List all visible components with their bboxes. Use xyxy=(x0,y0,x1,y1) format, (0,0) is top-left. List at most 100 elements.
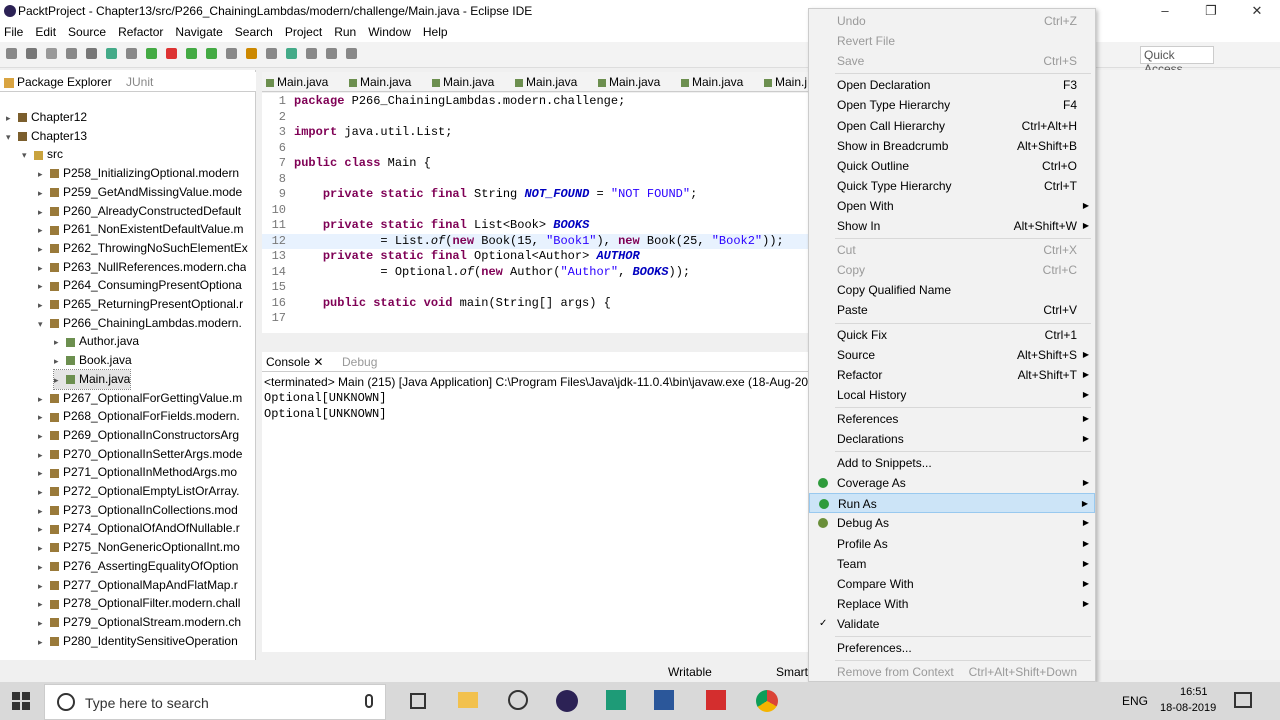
code-line[interactable]: 2 xyxy=(262,110,808,126)
chevron-right-icon[interactable]: ▸ xyxy=(54,352,64,370)
context-menu-item[interactable]: References ▶ xyxy=(809,409,1095,429)
notifications-icon[interactable] xyxy=(1234,692,1252,708)
toolbar-button[interactable] xyxy=(46,48,57,59)
context-menu-item[interactable]: Revert File xyxy=(809,31,1095,51)
chevron-right-icon[interactable]: ▸ xyxy=(38,240,48,258)
toolbar-button[interactable] xyxy=(66,48,77,59)
tree-item[interactable]: ▸ P276_AssertingEqualityOfOption xyxy=(38,557,238,576)
context-menu-item[interactable]: Replace With ▶ xyxy=(809,594,1095,614)
menu-navigate[interactable]: Navigate xyxy=(171,25,230,39)
word-icon[interactable] xyxy=(654,690,674,710)
restore-button[interactable]: ❐ xyxy=(1188,0,1234,22)
chevron-right-icon[interactable]: ▸ xyxy=(38,390,48,408)
context-menu-item[interactable]: Open Type Hierarchy F4 xyxy=(809,95,1095,115)
context-menu-item[interactable]: Show in Breadcrumb Alt+Shift+B xyxy=(809,136,1095,156)
code-line[interactable]: 13 private static final Optional<Author>… xyxy=(262,249,808,265)
tree-item[interactable]: ▸ P273_OptionalInCollections.mod xyxy=(38,501,238,520)
tab-package-explorer[interactable]: Package Explorer xyxy=(4,75,112,89)
chevron-right-icon[interactable]: ▸ xyxy=(38,277,48,295)
toolbar-button[interactable] xyxy=(106,48,117,59)
toolbar-button[interactable] xyxy=(226,48,237,59)
acrobat-icon[interactable] xyxy=(706,690,726,710)
menu-search[interactable]: Search xyxy=(231,25,281,39)
code-line[interactable]: 6 xyxy=(262,141,808,157)
context-menu-item[interactable]: Profile As ▶ xyxy=(809,534,1095,554)
code-line[interactable]: 12 = List.of(new Book(15, "Book1"), new … xyxy=(262,233,808,249)
task-view-icon[interactable] xyxy=(410,693,426,709)
chevron-right-icon[interactable]: ▸ xyxy=(38,259,48,277)
chevron-right-icon[interactable]: ▸ xyxy=(38,633,48,651)
tree-item[interactable]: ▸ Chapter12 xyxy=(6,108,87,127)
chevron-right-icon[interactable]: ▸ xyxy=(54,333,64,351)
chevron-right-icon[interactable]: ▸ xyxy=(38,203,48,221)
tree-item[interactable]: ▸ P258_InitializingOptional.modern xyxy=(38,164,239,183)
chevron-right-icon[interactable]: ▸ xyxy=(38,184,48,202)
context-menu-item[interactable]: Cut Ctrl+X xyxy=(809,240,1095,260)
tree-item[interactable]: ▸ P265_ReturningPresentOptional.r xyxy=(38,295,243,314)
toolbar-button[interactable] xyxy=(266,48,277,59)
context-menu-item[interactable]: Show In Alt+Shift+W ▶ xyxy=(809,216,1095,236)
tree-item[interactable]: ▸ P260_AlreadyConstructedDefault xyxy=(38,202,241,221)
context-menu-item[interactable]: Undo Ctrl+Z xyxy=(809,11,1095,31)
editor-tab[interactable]: Main.java xyxy=(515,75,577,89)
toolbar-button[interactable] xyxy=(306,48,317,59)
eclipse-taskbar-icon[interactable] xyxy=(556,690,578,712)
chevron-right-icon[interactable]: ▸ xyxy=(38,483,48,501)
chevron-right-icon[interactable]: ▸ xyxy=(38,558,48,576)
tree-item[interactable]: ▸ P259_GetAndMissingValue.mode xyxy=(38,183,242,202)
chevron-right-icon[interactable]: ▸ xyxy=(38,520,48,538)
language-indicator[interactable]: ENG xyxy=(1122,694,1148,708)
tree-item[interactable]: ▸ P261_NonExistentDefaultValue.m xyxy=(38,220,244,239)
context-menu-item[interactable]: Team ▶ xyxy=(809,554,1095,574)
code-line[interactable]: 8 xyxy=(262,172,808,188)
tree-item[interactable]: ▸ P275_NonGenericOptionalInt.mo xyxy=(38,538,240,557)
toolbar-button[interactable] xyxy=(6,48,17,59)
menu-refactor[interactable]: Refactor xyxy=(114,25,171,39)
context-menu-item[interactable]: Save Ctrl+S xyxy=(809,51,1095,71)
code-line[interactable]: 14 = Optional.of(new Author("Author", BO… xyxy=(262,265,808,281)
menu-project[interactable]: Project xyxy=(281,25,330,39)
windows-start-icon[interactable] xyxy=(12,692,30,710)
toolbar-button[interactable] xyxy=(126,48,137,59)
code-line[interactable]: 15 xyxy=(262,280,808,296)
clock-date[interactable]: 18-08-2019 xyxy=(1160,702,1216,714)
editor-tab[interactable]: Main.java xyxy=(349,75,411,89)
toolbar-button[interactable] xyxy=(326,48,337,59)
chevron-right-icon[interactable]: ▸ xyxy=(38,221,48,239)
tree-item[interactable]: ▸ Main.java xyxy=(52,368,132,390)
toolbar-button[interactable] xyxy=(246,48,257,59)
app-icon[interactable] xyxy=(606,690,626,710)
tree-item[interactable]: ▸ P269_OptionalInConstructorsArg xyxy=(38,426,239,445)
context-menu-item[interactable]: Compare With ▶ xyxy=(809,574,1095,594)
editor-tab[interactable]: Main.java xyxy=(681,75,743,89)
context-menu-item[interactable]: Copy Ctrl+C xyxy=(809,260,1095,280)
chevron-down-icon[interactable]: ▾ xyxy=(22,146,32,164)
chevron-right-icon[interactable]: ▸ xyxy=(38,595,48,613)
context-menu-item[interactable]: Paste Ctrl+V xyxy=(809,300,1095,320)
code-line[interactable]: 11 private static final List<Book> BOOKS xyxy=(262,218,808,234)
file-explorer-icon[interactable] xyxy=(458,692,478,708)
chevron-down-icon[interactable]: ▾ xyxy=(6,128,16,146)
chevron-right-icon[interactable]: ▸ xyxy=(38,577,48,595)
tree-item[interactable]: ▸ P274_OptionalOfAndOfNullable.r xyxy=(38,519,240,538)
code-editor[interactable]: 1 package P266_ChainingLambdas.modern.cha… xyxy=(262,93,808,333)
toolbar-button[interactable] xyxy=(346,48,357,59)
menu-file[interactable]: File xyxy=(0,25,31,39)
context-menu-item[interactable]: Remove from Context Ctrl+Alt+Shift+Down xyxy=(809,662,1095,682)
tree-item[interactable]: ▸ P279_OptionalStream.modern.ch xyxy=(38,613,241,632)
tree-item[interactable]: ▸ P264_ConsumingPresentOptiona xyxy=(38,276,242,295)
chevron-right-icon[interactable]: ▸ xyxy=(38,446,48,464)
code-line[interactable]: 3 import java.util.List; xyxy=(262,125,808,141)
editor-tab[interactable]: Main.j xyxy=(764,75,807,89)
tree-item[interactable]: ▸ Book.java xyxy=(54,351,132,370)
tab-junit[interactable]: JUnit xyxy=(126,75,153,89)
tree-item[interactable]: ▾ Chapter13 xyxy=(6,127,87,146)
tree-item[interactable]: ▸ P270_OptionalInSetterArgs.mode xyxy=(38,445,242,464)
chevron-right-icon[interactable]: ▸ xyxy=(38,408,48,426)
toolbar-button[interactable] xyxy=(26,48,37,59)
context-menu-item[interactable]: Coverage As ▶ xyxy=(809,473,1095,493)
tree-item[interactable]: ▸ P267_OptionalForGettingValue.m xyxy=(38,389,242,408)
context-menu-item[interactable]: Copy Qualified Name xyxy=(809,280,1095,300)
quick-access-input[interactable]: Quick Access xyxy=(1140,46,1214,76)
context-menu-item[interactable]: Debug As ▶ xyxy=(809,513,1095,533)
